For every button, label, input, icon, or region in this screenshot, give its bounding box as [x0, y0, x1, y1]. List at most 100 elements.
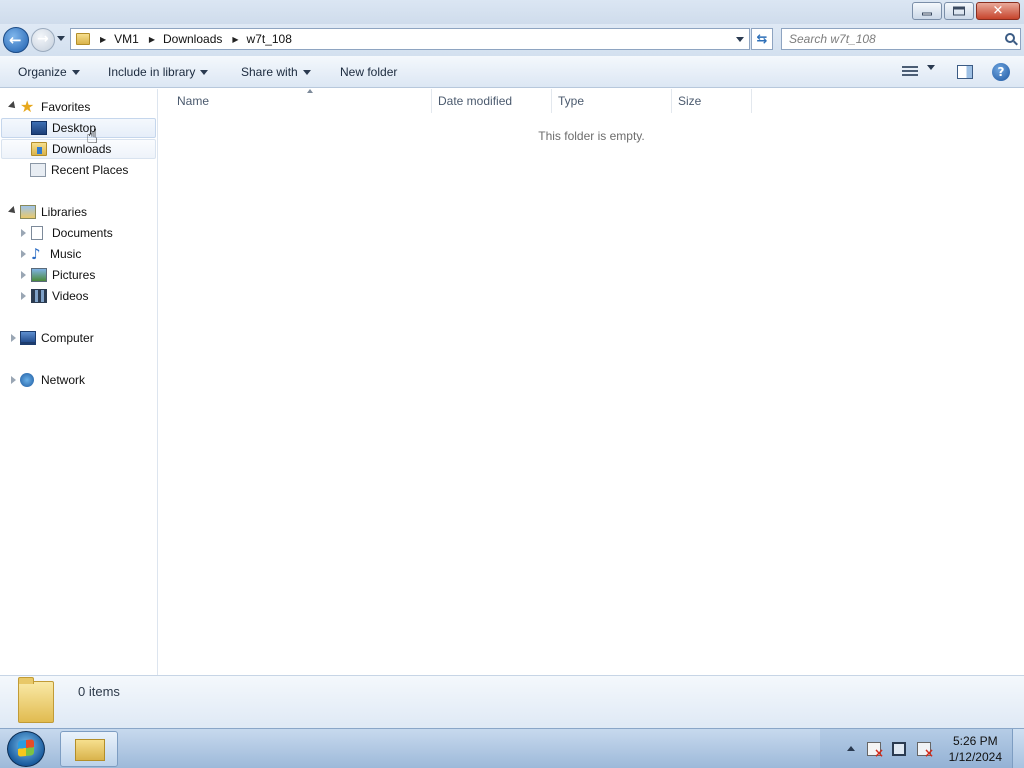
forward-arrow-icon: →	[37, 31, 49, 47]
computer-icon	[20, 331, 36, 345]
breadcrumb-separator-icon[interactable]: ▶	[100, 35, 106, 44]
include-in-library-button[interactable]: Include in library	[108, 65, 209, 79]
details-pane: 0 items	[0, 675, 1024, 728]
back-arrow-icon: ←	[9, 31, 22, 49]
expand-arrow-icon[interactable]	[8, 101, 18, 111]
nav-recent-places[interactable]: Recent Places	[30, 160, 128, 180]
taskbar-explorer-button[interactable]	[60, 731, 118, 767]
column-header-date-modified[interactable]: Date modified	[432, 89, 552, 113]
search-input[interactable]	[782, 29, 982, 49]
empty-folder-message: This folder is empty.	[538, 129, 645, 143]
libraries-icon	[20, 205, 36, 219]
sort-ascending-icon	[307, 89, 313, 93]
chevron-down-icon	[302, 69, 311, 75]
address-dropdown-icon[interactable]	[736, 37, 744, 42]
taskbar: 5:26 PM 1/12/2024	[0, 728, 1024, 768]
videos-icon	[31, 289, 47, 303]
nav-documents[interactable]: Documents	[31, 223, 113, 243]
expand-arrow-icon[interactable]	[11, 376, 16, 384]
close-button[interactable]: ✕	[976, 2, 1020, 20]
breadcrumb-vm1[interactable]: VM1	[114, 32, 139, 46]
minimize-button[interactable]	[912, 2, 942, 20]
nav-computer-label: Computer	[41, 331, 94, 345]
new-folder-button[interactable]: New folder	[340, 65, 397, 79]
nav-network[interactable]: Network	[20, 370, 85, 390]
file-list[interactable]: Name Date modified Type Size This folder…	[159, 89, 1024, 675]
volume-muted-icon[interactable]	[917, 742, 934, 760]
address-bar[interactable]: ▶ VM1 ▶ Downloads ▶ w7t_108	[70, 28, 750, 50]
expand-arrow-icon[interactable]	[8, 206, 18, 216]
clock-date: 1/12/2024	[948, 750, 1002, 764]
expand-arrow-icon[interactable]	[21, 271, 26, 279]
back-button[interactable]: ←	[3, 27, 29, 53]
maximize-button[interactable]	[944, 2, 974, 20]
expand-arrow-icon[interactable]	[21, 292, 26, 300]
nav-music[interactable]: ♪ Music	[31, 244, 81, 264]
recent-places-icon	[30, 163, 46, 177]
music-icon: ♪	[31, 245, 41, 263]
organize-button[interactable]: Organize	[18, 65, 80, 79]
documents-icon	[31, 226, 43, 240]
item-count: 0 items	[78, 684, 120, 699]
nav-music-label: Music	[50, 247, 82, 261]
nav-favorites[interactable]: ★ Favorites	[20, 97, 90, 117]
nav-network-label: Network	[41, 373, 86, 387]
system-tray: 5:26 PM 1/12/2024	[820, 729, 1024, 768]
pictures-icon	[31, 268, 47, 282]
nav-pictures[interactable]: Pictures	[31, 265, 95, 285]
restore-icon	[953, 6, 965, 16]
breadcrumb-separator-icon[interactable]: ▶	[149, 35, 155, 44]
search-box[interactable]	[781, 28, 1021, 50]
recent-pages-dropdown[interactable]	[57, 36, 65, 41]
minimize-icon	[922, 12, 932, 16]
chevron-down-icon	[71, 69, 80, 75]
nav-pictures-label: Pictures	[52, 268, 96, 282]
column-header-size[interactable]: Size	[672, 89, 752, 113]
column-name-label: Name	[177, 94, 210, 108]
start-button[interactable]	[7, 731, 45, 767]
navigation-pane: ★ Favorites Desktop Downloads Recent Pla…	[0, 89, 158, 675]
refresh-icon: ⇆	[756, 31, 768, 47]
search-icon[interactable]	[1005, 33, 1015, 43]
column-header-name[interactable]: Name	[169, 89, 432, 113]
include-in-library-label: Include in library	[108, 65, 196, 79]
view-options-dropdown[interactable]	[922, 65, 935, 70]
action-center-flag-icon[interactable]	[867, 742, 884, 760]
nav-downloads[interactable]: Downloads	[1, 139, 156, 159]
breadcrumb-w7t-108[interactable]: w7t_108	[247, 32, 292, 46]
column-header-type[interactable]: Type	[552, 89, 672, 113]
navigation-bar: ← → ▶ VM1 ▶ Downloads ▶ w7t_108 ⇆	[0, 24, 1024, 56]
show-hidden-icons-icon[interactable]	[847, 746, 855, 751]
nav-libraries[interactable]: Libraries	[20, 202, 87, 222]
clock[interactable]: 5:26 PM 1/12/2024	[949, 733, 1002, 765]
new-folder-label: New folder	[340, 65, 398, 79]
breadcrumb-separator-icon[interactable]: ▶	[232, 35, 238, 44]
command-bar: Organize Include in library Share with N…	[0, 56, 1024, 88]
chevron-down-icon	[927, 65, 935, 70]
nav-downloads-label: Downloads	[52, 142, 112, 156]
network-status-icon[interactable]	[892, 742, 906, 756]
explorer-folder-icon	[75, 739, 105, 761]
breadcrumb-downloads[interactable]: Downloads	[163, 32, 222, 46]
expand-arrow-icon[interactable]	[11, 334, 16, 342]
nav-desktop[interactable]: Desktop	[1, 118, 156, 138]
show-desktop-button[interactable]	[1012, 729, 1024, 768]
share-with-button[interactable]: Share with	[241, 65, 311, 79]
nav-computer[interactable]: Computer	[20, 328, 94, 348]
preview-pane-icon[interactable]	[957, 65, 973, 79]
expand-arrow-icon[interactable]	[21, 229, 26, 237]
nav-videos-label: Videos	[52, 289, 89, 303]
downloads-folder-icon	[31, 142, 47, 156]
change-view-icon[interactable]	[902, 66, 918, 77]
forward-button[interactable]: →	[31, 28, 55, 52]
expand-arrow-icon[interactable]	[21, 250, 26, 258]
desktop-icon	[31, 121, 47, 135]
hand-cursor-icon: ☝	[86, 124, 99, 148]
folder-icon	[18, 677, 54, 723]
network-icon	[20, 373, 34, 387]
nav-videos[interactable]: Videos	[31, 286, 88, 306]
nav-favorites-label: Favorites	[41, 100, 91, 114]
star-icon: ★	[20, 97, 35, 116]
help-icon[interactable]: ?	[992, 63, 1010, 81]
refresh-button[interactable]: ⇆	[751, 28, 773, 50]
